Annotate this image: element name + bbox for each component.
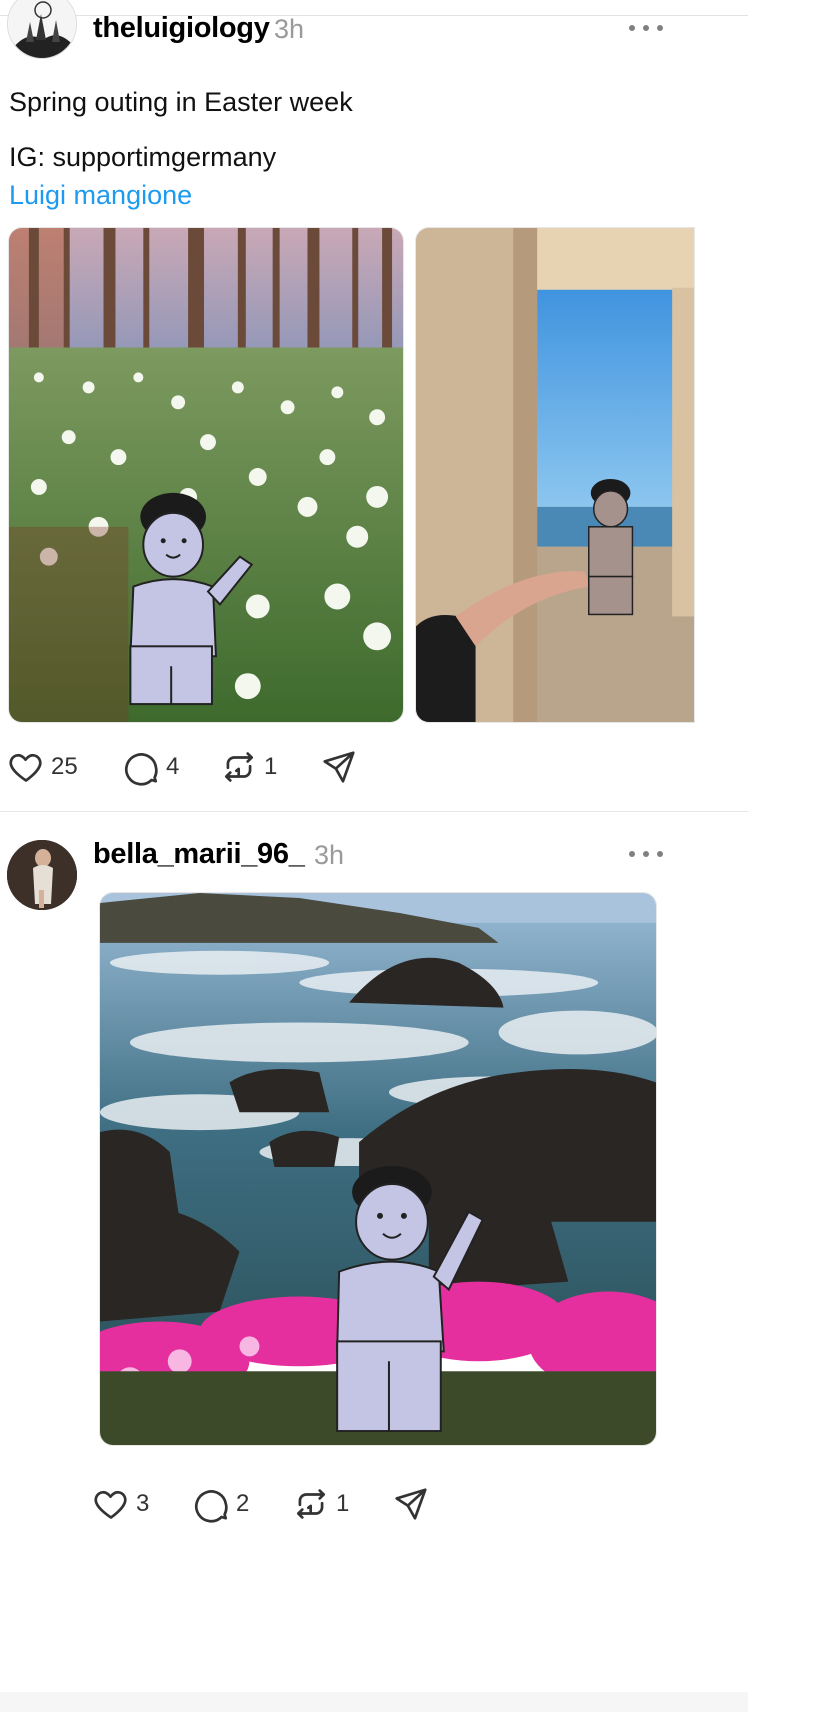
more-dots-icon[interactable]: [629, 846, 663, 862]
heart-icon: [7, 748, 45, 786]
speech-bubble-icon: [122, 748, 160, 786]
share-button[interactable]: [320, 747, 358, 787]
avatar[interactable]: [7, 0, 77, 59]
reply-button[interactable]: 2: [192, 1484, 249, 1524]
username[interactable]: bella_marii_96_: [93, 838, 305, 871]
post-timestamp: 3h: [314, 840, 345, 870]
send-paper-plane-icon: [392, 1485, 430, 1523]
repost-arrows-icon: [292, 1485, 330, 1523]
post-divider: [0, 811, 748, 812]
reply-button[interactable]: 4: [122, 747, 179, 787]
like-button[interactable]: 3: [92, 1484, 149, 1524]
repost-count: 1: [336, 1490, 350, 1517]
threads-feed: theluigiology 3h Spring outing in Easter…: [0, 0, 748, 1712]
reply-count: 2: [236, 1490, 250, 1517]
share-button[interactable]: [392, 1484, 430, 1524]
like-button[interactable]: 25: [7, 747, 78, 787]
reply-count: 4: [166, 753, 180, 780]
send-paper-plane-icon: [320, 748, 358, 786]
repost-arrows-icon: [220, 748, 258, 786]
post-image-coast[interactable]: [99, 892, 657, 1446]
repost-count: 1: [264, 753, 278, 780]
like-count: 25: [51, 753, 78, 780]
username[interactable]: theluigiology: [93, 12, 270, 45]
repost-button[interactable]: 1: [220, 747, 277, 787]
post-image-colonnade[interactable]: [415, 227, 695, 723]
heart-icon: [92, 1485, 130, 1523]
post-text-line: Spring outing in Easter week: [9, 87, 353, 117]
speech-bubble-icon: [192, 1485, 230, 1523]
repost-button[interactable]: 1: [292, 1484, 349, 1524]
post-image-flowers[interactable]: [8, 227, 404, 723]
avatar[interactable]: [7, 840, 77, 910]
post-timestamp: 3h: [274, 14, 305, 44]
post-link[interactable]: Luigi mangione: [9, 180, 192, 211]
post-text-line: IG: supportimgermany: [9, 142, 277, 172]
next-post-edge: [0, 1692, 748, 1712]
like-count: 3: [136, 1490, 150, 1517]
more-dots-icon[interactable]: [629, 20, 663, 36]
